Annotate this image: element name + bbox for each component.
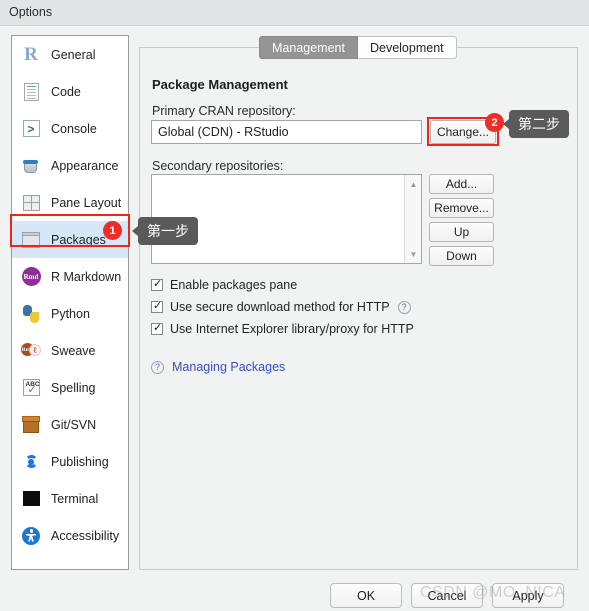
sidebar-item-pane-layout[interactable]: Pane Layout <box>12 184 128 221</box>
sidebar-item-label: Git/SVN <box>51 417 97 432</box>
publishing-icon <box>21 452 41 472</box>
sidebar-item-label: Sweave <box>51 343 96 358</box>
sidebar-item-sweave[interactable]: Rmd ℓ Sweave <box>12 332 128 369</box>
sweave-pdf-icon: Rmd ℓ <box>21 341 41 361</box>
sidebar-item-python[interactable]: Python <box>12 295 128 332</box>
sidebar-item-label: Python <box>51 306 90 321</box>
spellcheck-icon: ABC ✓ <box>21 378 41 398</box>
sidebar-item-label: Spelling <box>51 380 96 395</box>
checkbox-secure-download[interactable]: Use secure download method for HTTP ? <box>151 299 411 314</box>
secondary-repositories-label: Secondary repositories: <box>152 159 284 173</box>
console-prompt-icon: > <box>21 119 41 139</box>
step-2-badge: 2 <box>485 113 504 132</box>
tab-management[interactable]: Management <box>259 36 358 59</box>
list-scrollbar[interactable]: ▲ ▼ <box>404 175 421 263</box>
spelling-check-glyph: ✓ <box>27 384 37 396</box>
tab-bar[interactable]: Management Development <box>259 36 457 59</box>
options-sidebar[interactable]: R General Code > Console Appearance Pane… <box>11 35 129 570</box>
step-1-badge: 1 <box>103 221 122 240</box>
checkbox-label: Enable packages pane <box>170 278 298 292</box>
managing-packages-link[interactable]: Managing Packages <box>172 360 285 374</box>
pane-grid-icon <box>21 193 41 213</box>
section-title: Package Management <box>152 77 288 92</box>
window-title: Options <box>9 5 53 19</box>
sidebar-item-label: Code <box>51 84 81 99</box>
sidebar-item-spelling[interactable]: ABC ✓ Spelling <box>12 369 128 406</box>
sidebar-item-label: General <box>51 47 96 62</box>
cancel-button[interactable]: Cancel <box>411 583 483 608</box>
sidebar-item-r-markdown[interactable]: Rmd R Markdown <box>12 258 128 295</box>
r-logo-icon: R <box>21 43 41 65</box>
ok-button[interactable]: OK <box>330 583 402 608</box>
sidebar-item-terminal[interactable]: Terminal <box>12 480 128 517</box>
sidebar-item-label: Packages <box>51 232 106 247</box>
scroll-up-icon[interactable]: ▲ <box>405 176 422 192</box>
git-box-icon <box>21 415 41 435</box>
terminal-icon <box>21 489 41 509</box>
sidebar-item-git-svn[interactable]: Git/SVN <box>12 406 128 443</box>
sidebar-item-general[interactable]: R General <box>12 36 128 73</box>
accessibility-icon <box>21 526 41 546</box>
step-2-callout: 第二步 <box>503 110 569 138</box>
sidebar-item-label: Appearance <box>51 158 119 173</box>
managing-packages-link-row[interactable]: ? Managing Packages <box>151 360 285 374</box>
package-box-icon <box>21 230 41 250</box>
tab-development[interactable]: Development <box>357 36 457 59</box>
python-logo-icon <box>21 304 41 324</box>
sidebar-item-accessibility[interactable]: Accessibility <box>12 517 128 554</box>
rmd-circle-icon: Rmd <box>21 267 41 287</box>
checkbox-ie-proxy[interactable]: Use Internet Explorer library/proxy for … <box>151 321 414 336</box>
sidebar-item-label: Publishing <box>51 454 109 469</box>
step-1-callout: 第一步 <box>132 217 198 245</box>
scroll-down-icon[interactable]: ▼ <box>405 246 422 262</box>
paint-bucket-icon <box>21 156 41 176</box>
add-button[interactable]: Add... <box>429 174 494 194</box>
apply-button[interactable]: Apply <box>492 583 564 608</box>
checkbox-label: Use secure download method for HTTP <box>170 300 390 314</box>
rmd-glyph: Rmd <box>21 267 41 286</box>
checkbox-box[interactable] <box>151 299 163 313</box>
r-logo-glyph: R <box>24 43 38 65</box>
sidebar-item-code[interactable]: Code <box>12 73 128 110</box>
sidebar-item-console[interactable]: > Console <box>12 110 128 147</box>
checkbox-box[interactable] <box>151 277 163 291</box>
help-icon[interactable]: ? <box>151 360 164 374</box>
checkbox-label: Use Internet Explorer library/proxy for … <box>170 322 414 336</box>
checkbox-box[interactable] <box>151 321 163 335</box>
up-button[interactable]: Up <box>429 222 494 242</box>
sidebar-item-publishing[interactable]: Publishing <box>12 443 128 480</box>
sidebar-item-label: Terminal <box>51 491 99 506</box>
sidebar-item-label: Console <box>51 121 97 136</box>
sweave-pdf-glyph: ℓ <box>29 344 41 356</box>
cran-repository-input[interactable]: Global (CDN) - RStudio <box>151 120 422 144</box>
sidebar-item-label: Accessibility <box>51 528 120 543</box>
checkbox-enable-packages-pane[interactable]: Enable packages pane <box>151 277 298 292</box>
options-dialog: Options R General Code > Console Appeara… <box>0 0 589 611</box>
remove-button[interactable]: Remove... <box>429 198 494 218</box>
sidebar-item-appearance[interactable]: Appearance <box>12 147 128 184</box>
sidebar-item-label: Pane Layout <box>51 195 122 210</box>
sidebar-item-label: R Markdown <box>51 269 122 284</box>
code-document-icon <box>21 82 41 102</box>
help-icon[interactable]: ? <box>397 300 411 314</box>
cran-repository-label: Primary CRAN repository: <box>152 104 296 118</box>
title-bar: Options <box>0 0 589 26</box>
down-button[interactable]: Down <box>429 246 494 266</box>
console-prompt-glyph: > <box>22 120 40 137</box>
list-action-buttons: Add... Remove... Up Down <box>429 174 494 266</box>
